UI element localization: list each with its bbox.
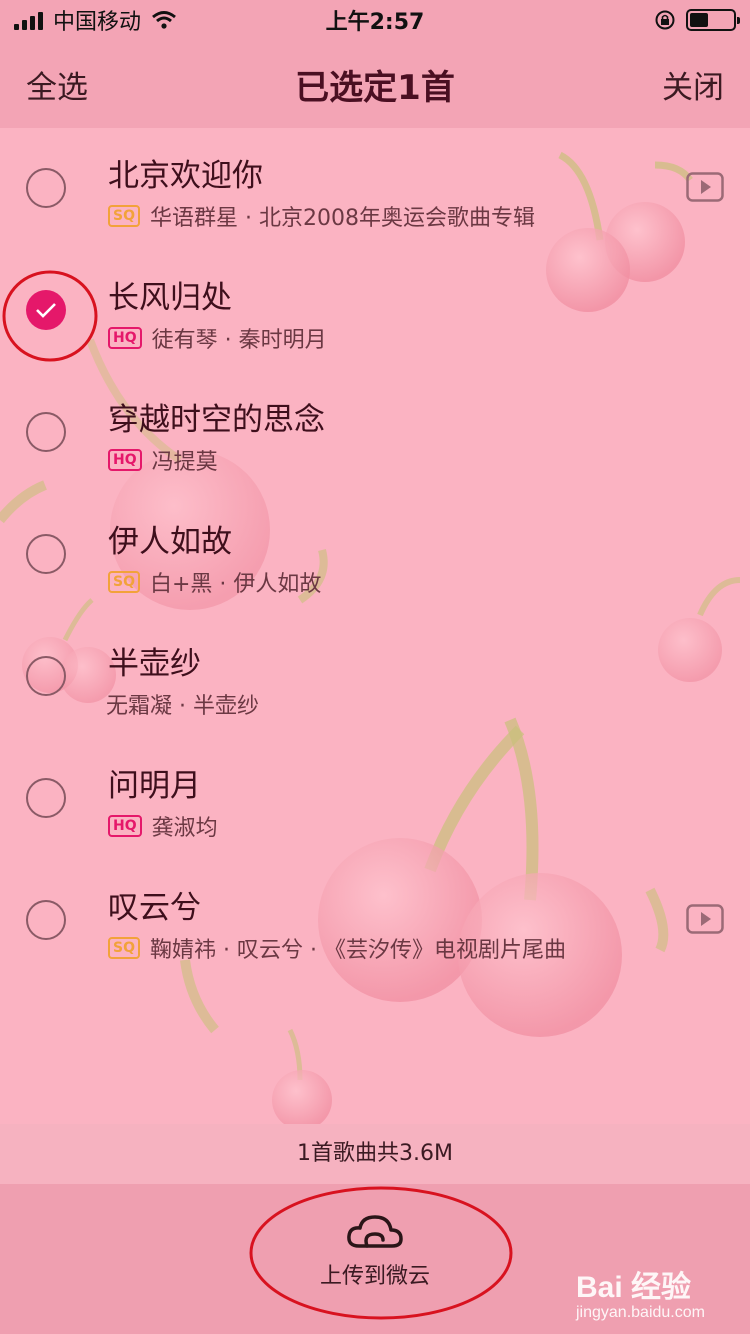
quality-badge: HQ <box>108 815 142 837</box>
battery-icon <box>686 9 740 31</box>
status-bar: 中国移动 上午2:57 <box>0 0 750 40</box>
song-checkbox[interactable] <box>26 656 66 696</box>
quality-badge: SQ <box>108 937 140 959</box>
song-meta: 无霜凝 · 半壶纱 <box>106 688 259 720</box>
mv-play-icon[interactable] <box>686 904 724 934</box>
nav-bar: 全选 已选定1首 关闭 <box>0 40 750 128</box>
song-meta: SQ 鞠婧祎 · 叹云兮 · 《芸汐传》电视剧片尾曲 <box>108 932 566 964</box>
song-meta: SQ 华语群星 · 北京2008年奥运会歌曲专辑 <box>108 200 535 232</box>
upload-label: 上传到微云 <box>319 1264 430 1289</box>
song-row[interactable]: 北京欢迎你 SQ 华语群星 · 北京2008年奥运会歌曲专辑 <box>0 128 750 250</box>
watermark-url: jingyan.baidu.com <box>576 1304 705 1321</box>
song-meta: HQ 徒有琴 · 秦时明月 <box>108 322 327 354</box>
baidu-jingyan-watermark: Bai 经验 jingyan.baidu.com <box>576 1262 736 1322</box>
song-checkbox[interactable] <box>26 412 66 452</box>
quality-badge: HQ <box>108 449 142 471</box>
song-row[interactable]: 半壶纱 无霜凝 · 半壶纱 <box>0 616 750 738</box>
selection-size-summary: 1首歌曲共3.6M <box>0 1124 750 1184</box>
song-checkbox[interactable] <box>26 900 66 940</box>
song-title: 半壶纱 <box>108 646 201 682</box>
song-title: 问明月 <box>108 768 201 804</box>
song-title: 北京欢迎你 <box>108 158 263 194</box>
orientation-lock-icon <box>655 10 675 30</box>
quality-badge: SQ <box>108 571 140 593</box>
song-list: 北京欢迎你 SQ 华语群星 · 北京2008年奥运会歌曲专辑 长风归处 HQ 徒… <box>0 128 750 982</box>
song-row[interactable]: 穿越时空的思念 HQ 冯提莫 <box>0 372 750 494</box>
mv-play-icon[interactable] <box>686 172 724 202</box>
song-artist-album: 龚淑均 <box>151 816 218 841</box>
song-meta: SQ 白+黑 · 伊人如故 <box>108 566 321 598</box>
page-title: 已选定1首 <box>295 67 455 108</box>
song-title: 长风归处 <box>108 280 232 316</box>
song-meta: HQ 龚淑均 <box>108 810 218 842</box>
select-all-button[interactable]: 全选 <box>26 62 88 107</box>
song-checkbox[interactable] <box>26 168 66 208</box>
song-row[interactable]: 长风归处 HQ 徒有琴 · 秦时明月 <box>0 250 750 372</box>
wifi-icon <box>152 11 176 29</box>
song-row[interactable]: 问明月 HQ 龚淑均 <box>0 738 750 860</box>
song-artist-album: 冯提莫 <box>151 450 218 475</box>
song-title: 穿越时空的思念 <box>108 402 325 438</box>
song-checkbox[interactable] <box>26 778 66 818</box>
quality-badge: SQ <box>108 205 140 227</box>
song-title: 伊人如故 <box>108 524 232 560</box>
upload-to-weiyun-button[interactable]: 上传到微云 <box>300 1212 450 1312</box>
watermark-logo: Bai 经验 <box>576 1271 692 1304</box>
cellular-signal-icon <box>14 10 43 30</box>
song-artist-album: 鞠婧祎 · 叹云兮 · 《芸汐传》电视剧片尾曲 <box>149 938 566 963</box>
song-meta: HQ 冯提莫 <box>108 444 218 476</box>
song-title: 叹云兮 <box>108 890 201 926</box>
song-artist-album: 华语群星 · 北京2008年奥运会歌曲专辑 <box>149 206 535 231</box>
song-artist-album: 无霜凝 · 半壶纱 <box>106 694 259 719</box>
song-row[interactable]: 叹云兮 SQ 鞠婧祎 · 叹云兮 · 《芸汐传》电视剧片尾曲 <box>0 860 750 982</box>
checkmark-icon <box>36 303 56 318</box>
song-artist-album: 徒有琴 · 秦时明月 <box>151 328 327 353</box>
song-checkbox-checked[interactable] <box>26 290 66 330</box>
carrier-label: 中国移动 <box>53 10 142 35</box>
song-artist-album: 白+黑 · 伊人如故 <box>149 572 322 597</box>
status-left: 中国移动 <box>14 4 177 36</box>
close-button[interactable]: 关闭 <box>662 62 724 107</box>
status-right <box>654 9 740 31</box>
quality-badge: HQ <box>108 327 142 349</box>
song-checkbox[interactable] <box>26 534 66 574</box>
cloud-icon <box>347 1215 403 1248</box>
song-row[interactable]: 伊人如故 SQ 白+黑 · 伊人如故 <box>0 494 750 616</box>
